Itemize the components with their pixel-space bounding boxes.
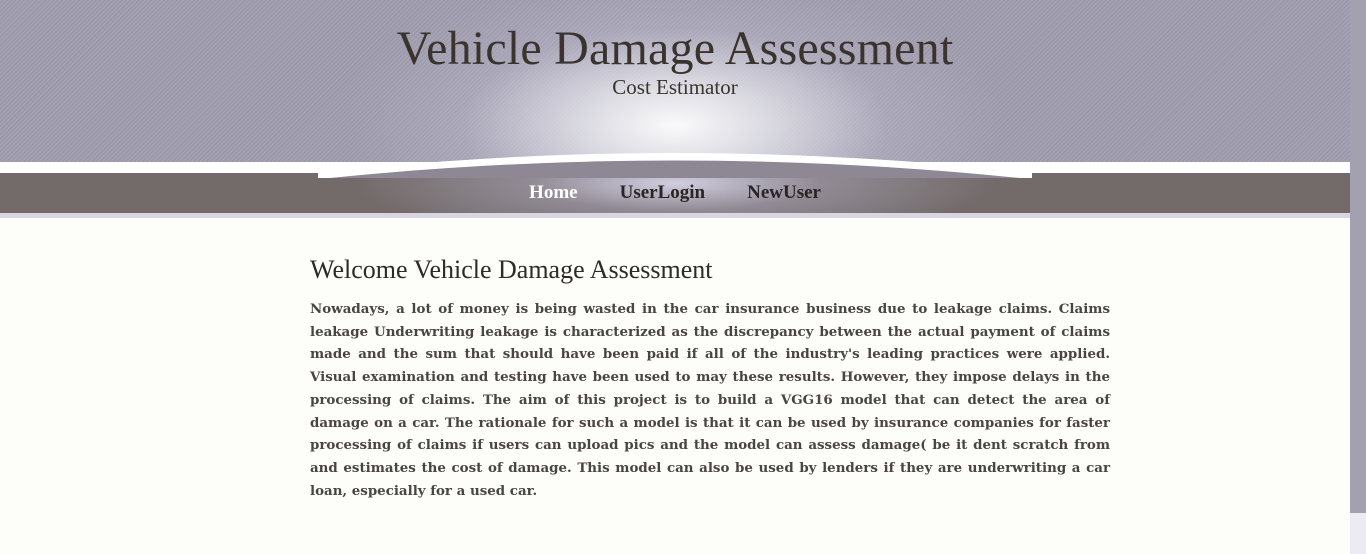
nav-link-home[interactable]: Home <box>529 182 578 204</box>
page: Vehicle Damage Assessment Cost Estimator… <box>0 0 1366 554</box>
nav-link-userlogin[interactable]: UserLogin <box>620 182 706 204</box>
intro-paragraph: Nowadays, a lot of money is being wasted… <box>310 301 1110 499</box>
nav-link-newuser[interactable]: NewUser <box>747 182 821 204</box>
header-banner: Vehicle Damage Assessment Cost Estimator <box>0 0 1350 165</box>
site-title: Vehicle Damage Assessment <box>396 22 954 75</box>
main-navigation: Home UserLogin NewUser <box>0 173 1350 213</box>
site-subtitle: Cost Estimator <box>612 75 738 99</box>
main-content: Welcome Vehicle Damage Assessment Nowada… <box>310 252 1110 502</box>
nav-bottom-border <box>0 213 1350 218</box>
welcome-heading: Welcome Vehicle Damage Assessment <box>310 255 713 284</box>
scrollbar-thumb[interactable] <box>1350 0 1366 513</box>
